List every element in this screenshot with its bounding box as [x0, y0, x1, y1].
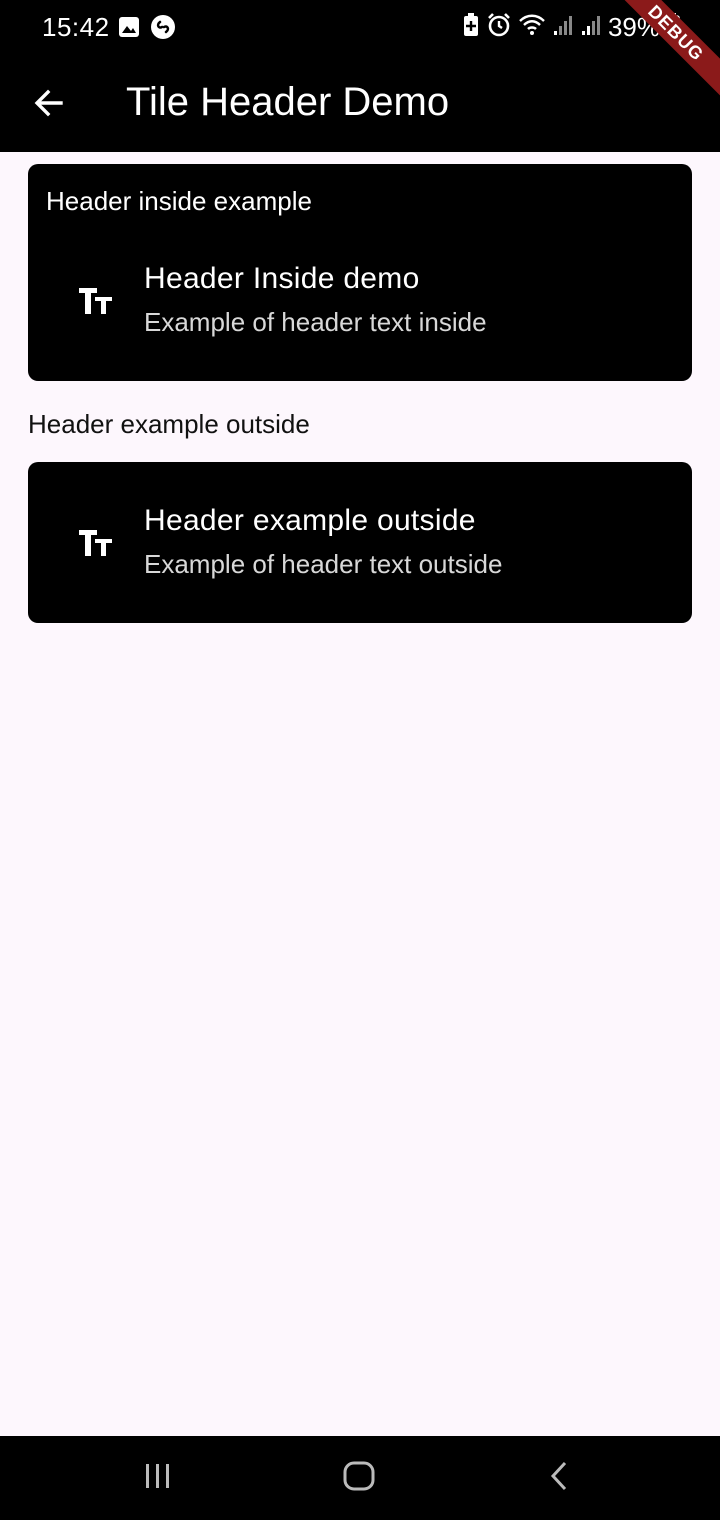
- image-icon: [118, 16, 140, 43]
- list-tile-header-outside[interactable]: Header example outside Example of header…: [28, 462, 692, 623]
- text-fields-icon: [76, 282, 116, 322]
- back-icon: [545, 1460, 575, 1497]
- home-icon: [342, 1459, 376, 1498]
- status-left-icons: [118, 14, 176, 45]
- wifi-icon: [518, 13, 546, 42]
- tile-header-label: Header inside example: [46, 186, 312, 216]
- recent-apps-button[interactable]: [134, 1456, 182, 1500]
- battery-saver-icon: [462, 12, 480, 43]
- tile-subtitle: Example of header text outside: [144, 549, 503, 579]
- status-bar: 15:42 39%: [0, 0, 720, 56]
- page-title: Tile Header Demo: [126, 80, 450, 124]
- home-button[interactable]: [335, 1456, 383, 1500]
- system-back-button[interactable]: [536, 1456, 584, 1500]
- system-nav-bar: [0, 1436, 720, 1520]
- recent-apps-icon: [142, 1460, 174, 1497]
- tile-title: Header example outside: [144, 504, 476, 537]
- screen: 15:42 39% Tile Header Demo DEBUG Header …: [0, 0, 720, 1520]
- back-button[interactable]: [22, 78, 76, 132]
- status-time: 15:42: [42, 12, 110, 42]
- alarm-icon: [486, 12, 512, 43]
- tile-subtitle: Example of header text inside: [144, 307, 487, 337]
- list-tile-header-inside[interactable]: Header inside example Header Inside demo…: [28, 164, 692, 381]
- signal-icon: [552, 13, 574, 42]
- tile-title: Header Inside demo: [144, 262, 420, 295]
- signal-icon: [580, 13, 602, 42]
- tile-header-outside-label: Header example outside: [28, 409, 310, 439]
- text-fields-icon: [76, 524, 116, 564]
- arrow-back-icon: [32, 86, 66, 125]
- app-bar: Tile Header Demo: [0, 56, 720, 152]
- shazam-icon: [150, 14, 176, 45]
